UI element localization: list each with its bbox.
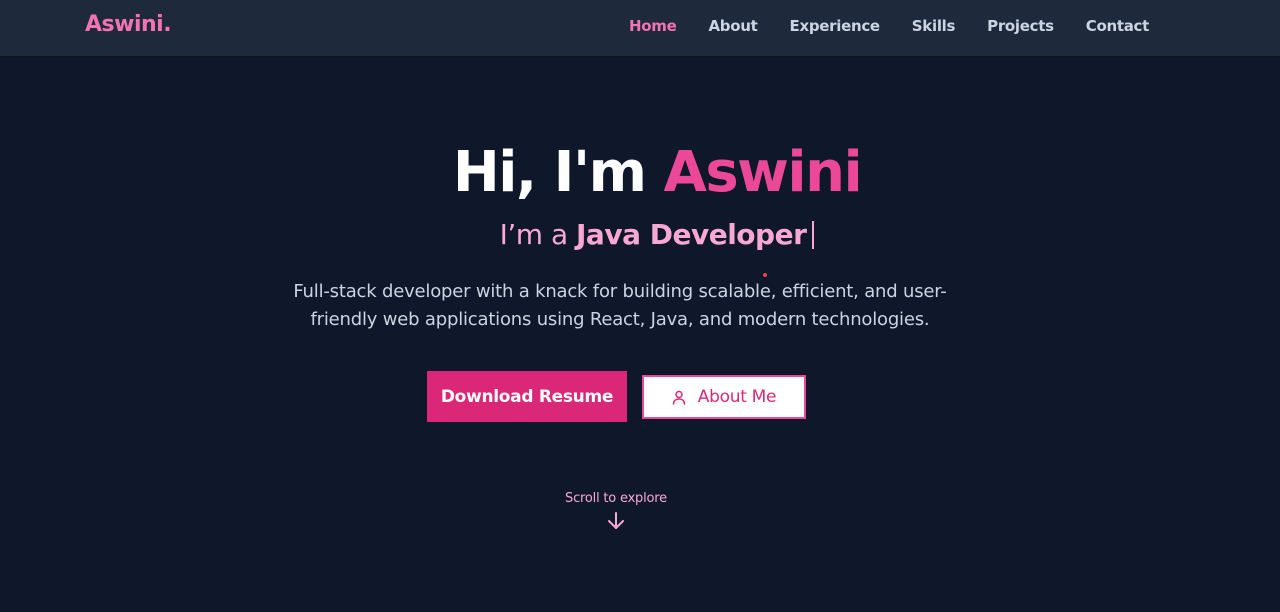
typing-cursor xyxy=(812,221,815,249)
nav-link-projects[interactable]: Projects xyxy=(987,17,1054,35)
cursor-dot xyxy=(763,273,767,277)
download-resume-button[interactable]: Download Resume xyxy=(427,371,627,422)
hero-greeting: Hi, I'm xyxy=(452,140,664,205)
hero-section: Hi, I'm Aswini I’m a Java Developer Full… xyxy=(0,56,1280,612)
about-me-button[interactable]: About Me xyxy=(642,375,806,419)
nav-link-about[interactable]: About xyxy=(708,17,757,35)
nav-link-experience[interactable]: Experience xyxy=(790,17,881,35)
nav-link-skills[interactable]: Skills xyxy=(912,17,956,35)
arrow-down-icon[interactable] xyxy=(607,511,625,535)
nav-link-contact[interactable]: Contact xyxy=(1086,17,1150,35)
hero-title: Hi, I'm Aswini xyxy=(0,140,1280,205)
navbar: Aswini. Home About Experience Skills Pro… xyxy=(0,0,1280,56)
hero-subtitle: I’m a Java Developer xyxy=(0,218,1280,251)
scroll-hint[interactable]: Scroll to explore xyxy=(0,491,1232,506)
nav-link-home[interactable]: Home xyxy=(629,17,677,35)
user-icon xyxy=(672,390,686,405)
brand-logo[interactable]: Aswini. xyxy=(85,12,172,37)
nav-links: Home About Experience Skills Projects Co… xyxy=(597,17,1149,35)
hero-name: Aswini xyxy=(663,140,863,205)
typed-role: Java Developer xyxy=(576,218,807,251)
hero-description: Full-stack developer with a knack for bu… xyxy=(293,281,947,330)
about-me-label: About Me xyxy=(697,387,777,407)
subtitle-prefix: I’m a xyxy=(499,218,577,251)
